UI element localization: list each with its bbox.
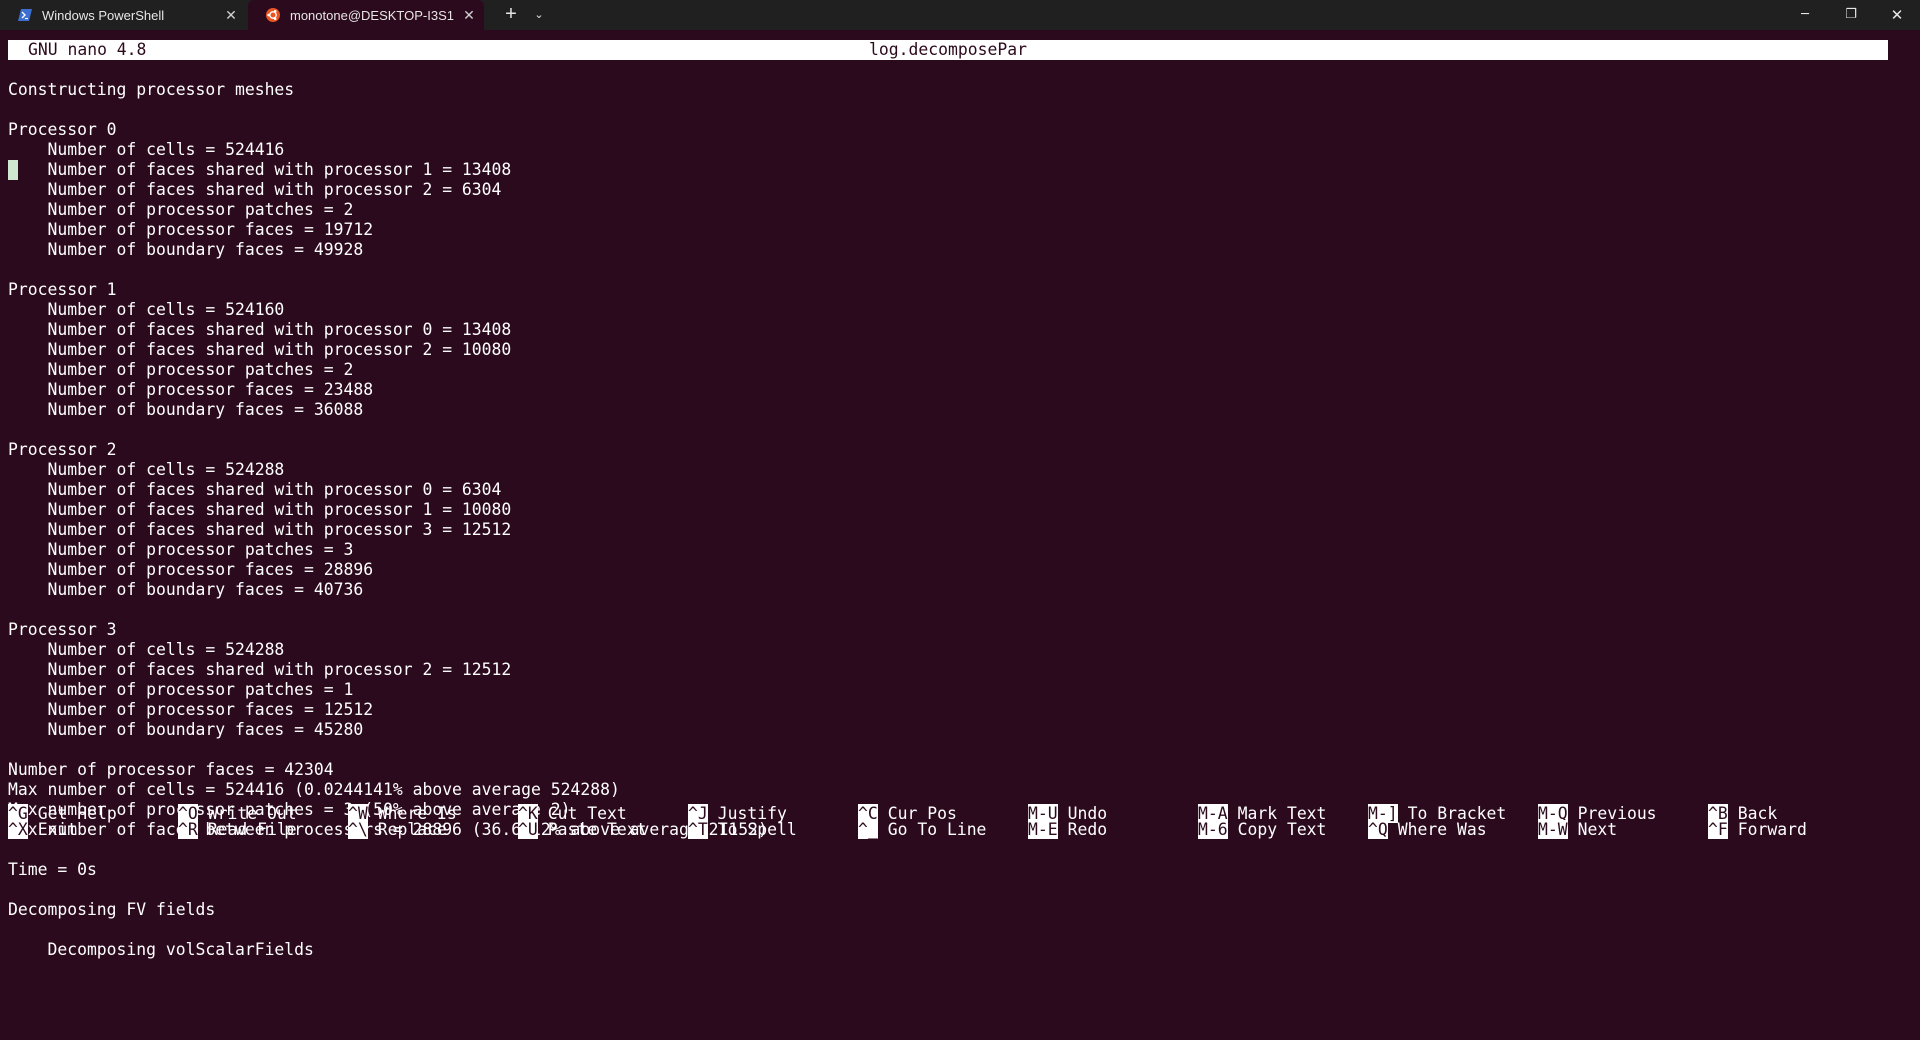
text-line xyxy=(8,840,768,860)
shortcut-key: ^\ xyxy=(348,820,368,839)
text-line: Number of cells = 524288 xyxy=(8,460,285,479)
shortcut-item[interactable]: M-W Next xyxy=(1538,820,1617,840)
text-line: Number of processor faces = 12512 xyxy=(8,700,374,719)
shortcut-key: ^U xyxy=(518,820,538,839)
shortcut-key: M-6 xyxy=(1198,820,1228,839)
minimize-button[interactable]: ─ xyxy=(1782,0,1828,30)
text-line: Processor 0 xyxy=(8,120,117,139)
ubuntu-icon xyxy=(266,8,280,22)
shortcut-label: Redo xyxy=(1067,820,1108,839)
shortcut-label: Paste Text xyxy=(547,820,647,839)
shortcut-item[interactable]: ^X Exit xyxy=(8,820,77,840)
text-line: Number of processor faces = 23488 xyxy=(8,380,374,399)
text-line: Number of faces shared with processor 2 … xyxy=(8,660,512,679)
shortcut-key: ^T xyxy=(688,820,708,839)
shortcut-label: Next xyxy=(1577,820,1618,839)
shortcut-item[interactable]: ^_ Go To Line xyxy=(858,820,986,840)
text-line: Decomposing volScalarFields xyxy=(8,940,314,959)
terminal-pane[interactable]: GNU nano 4.8 log.decomposePar Constructi… xyxy=(0,30,1920,1040)
window-titlebar: Windows PowerShell ✕ monotone@DESKTOP-I3… xyxy=(0,0,1920,30)
shortcut-item[interactable]: ^Q Where Was xyxy=(1368,820,1487,840)
shortcut-item[interactable]: M-E Redo xyxy=(1028,820,1107,840)
text-line xyxy=(8,420,768,440)
text-line xyxy=(8,880,768,900)
text-line xyxy=(8,740,768,760)
tab-label: Windows PowerShell xyxy=(42,7,165,23)
close-window-button[interactable]: ✕ xyxy=(1874,0,1920,30)
text-line: Number of boundary faces = 36088 xyxy=(8,400,364,419)
shortcut-label: Where Was xyxy=(1397,820,1487,839)
text-line: Number of processor faces = 19712 xyxy=(8,220,374,239)
shortcut-key: ^Q xyxy=(1368,820,1388,839)
new-tab-button[interactable]: + xyxy=(496,0,526,30)
close-tab-icon[interactable]: ✕ xyxy=(216,7,246,24)
text-line: Number of boundary faces = 45280 xyxy=(8,720,364,739)
shortcut-item[interactable]: ^T To Spell xyxy=(688,820,797,840)
tab-label: monotone@DESKTOP-I3S1HB… xyxy=(290,7,454,23)
file-name: log.decomposePar xyxy=(869,40,1027,59)
text-line: Max number of cells = 524416 (0.0244141%… xyxy=(8,780,620,799)
shortcut-item[interactable]: ^R Read File xyxy=(178,820,297,840)
text-line: Number of cells = 524288 xyxy=(8,640,285,659)
tab-windows-powershell[interactable]: Windows PowerShell ✕ xyxy=(0,0,246,30)
text-line: Constructing processor meshes xyxy=(8,80,295,99)
shortcut-label: Exit xyxy=(37,820,78,839)
tab-ubuntu-terminal[interactable]: monotone@DESKTOP-I3S1HB… ✕ xyxy=(248,0,484,30)
powershell-icon xyxy=(18,8,32,22)
shortcut-item[interactable]: M-6 Copy Text xyxy=(1198,820,1326,840)
text-line: Number of processor patches = 2 xyxy=(8,360,354,379)
shortcut-key: ^R xyxy=(178,820,198,839)
text-line: Number of faces shared with processor 2 … xyxy=(8,340,512,359)
text-line: Number of boundary faces = 40736 xyxy=(8,580,364,599)
text-line xyxy=(8,100,768,120)
shortcut-label: Go To Line xyxy=(887,820,987,839)
text-cursor xyxy=(8,160,18,180)
tab-dropdown-button[interactable]: ⌄ xyxy=(526,0,552,30)
text-line: Processor 3 xyxy=(8,620,117,639)
text-line: Number of boundary faces = 49928 xyxy=(8,240,364,259)
close-tab-icon[interactable]: ✕ xyxy=(454,7,484,24)
text-line: Decomposing FV fields xyxy=(8,900,216,919)
shortcut-item[interactable]: ^\ Replace xyxy=(348,820,447,840)
nano-header-bar: GNU nano 4.8 log.decomposePar xyxy=(8,40,1888,60)
text-line: Number of cells = 524416 xyxy=(8,140,285,159)
text-line: Number of faces shared with processor 2 … xyxy=(8,180,502,199)
shortcut-item[interactable]: ^F Forward xyxy=(1708,820,1807,840)
text-line xyxy=(8,600,768,620)
text-line: Number of processor patches = 3 xyxy=(8,540,354,559)
text-line: Processor 1 xyxy=(8,280,117,299)
shortcut-key: M-W xyxy=(1538,820,1568,839)
text-line: Processor 2 xyxy=(8,440,117,459)
shortcut-key: M-E xyxy=(1028,820,1058,839)
shortcut-key: ^X xyxy=(8,820,28,839)
text-line: Number of processor patches = 1 xyxy=(8,680,354,699)
shortcut-key: ^_ xyxy=(858,820,878,839)
shortcut-label: Copy Text xyxy=(1237,820,1327,839)
shortcut-key: ^F xyxy=(1708,820,1728,839)
text-line xyxy=(8,260,768,280)
text-line: Number of processor patches = 2 xyxy=(8,200,354,219)
text-line: Number of faces shared with processor 1 … xyxy=(8,160,512,179)
text-line: Number of faces shared with processor 0 … xyxy=(8,480,502,499)
text-line: Number of faces shared with processor 1 … xyxy=(8,500,512,519)
shortcut-label: Read File xyxy=(207,820,297,839)
text-line: Number of faces shared with processor 0 … xyxy=(8,320,512,339)
shortcut-label: Replace xyxy=(377,820,447,839)
text-line: Number of cells = 524160 xyxy=(8,300,285,319)
shortcut-label: To Spell xyxy=(717,820,797,839)
shortcut-label: Forward xyxy=(1737,820,1807,839)
text-line: Number of processor faces = 28896 xyxy=(8,560,374,579)
text-line: Time = 0s xyxy=(8,860,97,879)
text-line: Number of faces shared with processor 3 … xyxy=(8,520,512,539)
shortcut-item[interactable]: ^U Paste Text xyxy=(518,820,646,840)
text-line: Number of processor faces = 42304 xyxy=(8,760,334,779)
maximize-button[interactable]: ❐ xyxy=(1828,0,1874,30)
text-line xyxy=(8,920,768,940)
